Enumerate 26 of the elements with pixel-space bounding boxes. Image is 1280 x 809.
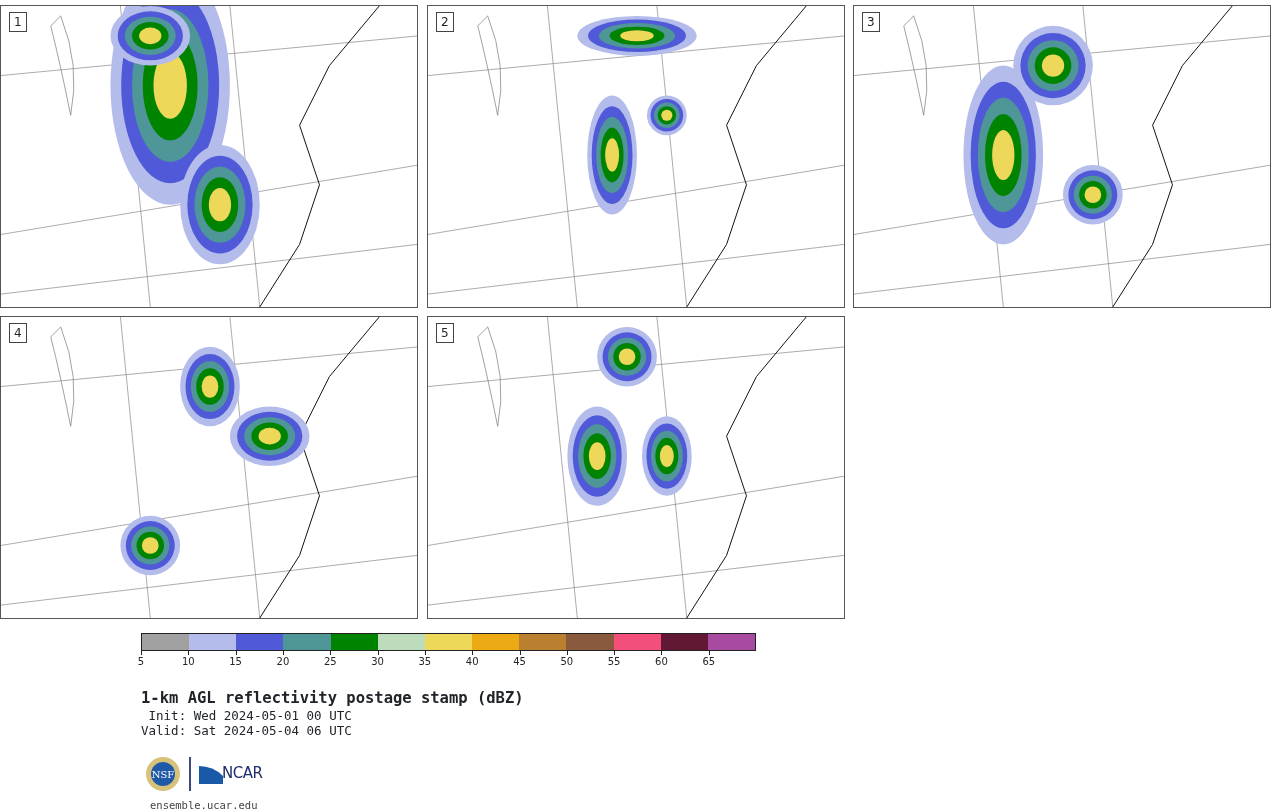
tick-label: 30 bbox=[371, 657, 384, 667]
tick-label: 35 bbox=[418, 657, 432, 667]
tick-label: 15 bbox=[229, 657, 242, 667]
tick-label: 60 bbox=[655, 657, 668, 667]
chart-title: 1-km AGL reflectivity postage stamp (dBZ) bbox=[141, 689, 525, 708]
tick-label: 50 bbox=[560, 657, 574, 667]
tick-label: 55 bbox=[607, 657, 621, 667]
tick-label: 20 bbox=[276, 657, 290, 667]
tick-label: 40 bbox=[465, 657, 479, 667]
tick-label: 25 bbox=[323, 657, 337, 667]
panel-number: 1 bbox=[9, 12, 27, 32]
init-time: Init: Wed 2024-05-01 00 UTC bbox=[147, 707, 353, 723]
tick-label: 45 bbox=[513, 657, 526, 667]
divider-line bbox=[189, 756, 191, 791]
valid-time: Valid: Sat 2024-05-04 06 UTC bbox=[141, 722, 353, 738]
seal-logo: NSF bbox=[145, 755, 181, 792]
panel-number: 2 bbox=[436, 12, 454, 32]
tick-label: 5 bbox=[137, 657, 145, 667]
website-url: ensemble.ucar.edu bbox=[150, 797, 259, 809]
panel-number: 4 bbox=[9, 323, 27, 343]
tick-label: 10 bbox=[181, 657, 195, 667]
swoosh-logo-icon bbox=[199, 763, 223, 784]
panel-number: 3 bbox=[862, 12, 880, 32]
tick-label: 65 bbox=[702, 657, 716, 667]
panel-number: 5 bbox=[436, 323, 454, 343]
org-name: NCAR bbox=[222, 763, 263, 785]
